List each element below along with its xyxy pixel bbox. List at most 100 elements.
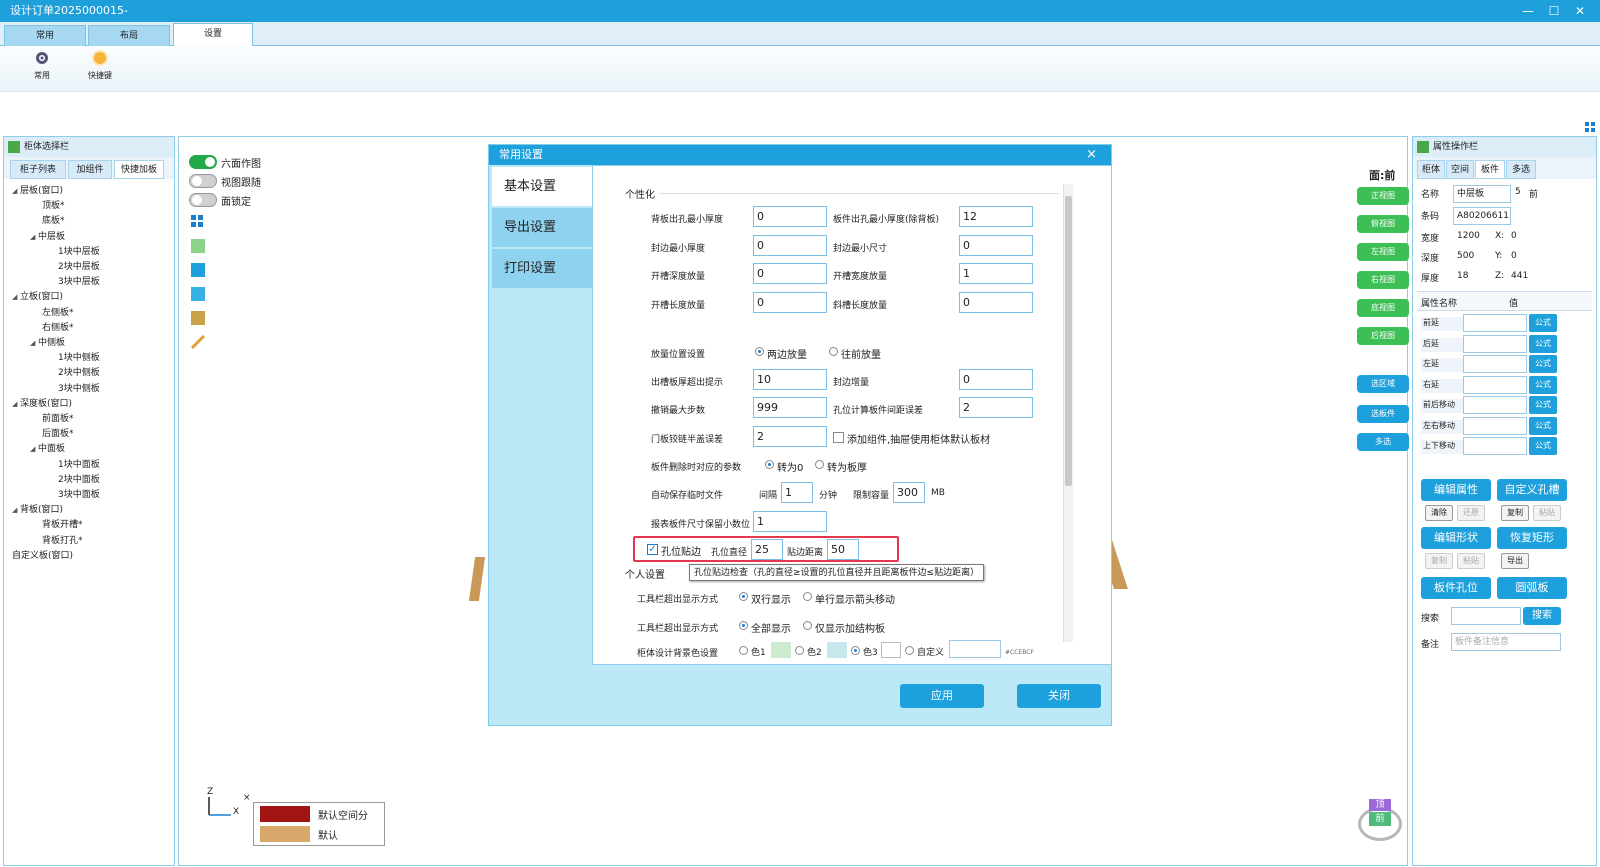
minimize-button[interactable]: — — [1516, 0, 1540, 22]
tree-item[interactable]: 右侧板* — [42, 322, 74, 335]
bg-color2-swatch[interactable] — [827, 642, 847, 658]
left-view-button[interactable]: 左视图 — [1357, 243, 1409, 261]
tree-item[interactable]: ◢ 立板(窗口) — [12, 291, 63, 304]
settings-scrollbar[interactable] — [1063, 184, 1073, 642]
formula-button[interactable]: 公式 — [1529, 334, 1557, 353]
select-board-button[interactable]: 选板件 — [1357, 405, 1409, 423]
tab-cabinet[interactable]: 柜体 — [1417, 160, 1445, 179]
formula-button[interactable]: 公式 — [1529, 314, 1557, 332]
expand-icon[interactable]: ◢ — [12, 185, 20, 198]
tab-settings[interactable]: 设置 — [173, 23, 253, 47]
tree-item[interactable]: 自定义板(窗口) — [12, 550, 73, 563]
attr-value-input[interactable] — [1463, 416, 1527, 435]
formula-button[interactable]: 公式 — [1529, 355, 1557, 373]
view-cube-front[interactable]: 前 — [1369, 812, 1391, 826]
dialog-close-button[interactable]: 关闭 — [1017, 684, 1101, 708]
tree-item[interactable]: 前面板* — [42, 413, 74, 426]
toolbar-two-row-radio[interactable] — [739, 592, 748, 601]
apply-button[interactable]: 应用 — [900, 684, 984, 708]
formula-button[interactable]: 公式 — [1529, 375, 1557, 394]
attr-value-input[interactable] — [1463, 355, 1527, 373]
del-zero-radio[interactable] — [765, 460, 774, 469]
bg-color3-swatch[interactable] — [881, 642, 901, 658]
tree-item[interactable]: 顶板* — [42, 200, 65, 213]
select-region-button[interactable]: 选区域 — [1357, 375, 1409, 393]
slot-thick-field[interactable]: 10 — [753, 369, 827, 390]
place-front-radio[interactable] — [829, 347, 838, 356]
expand-icon[interactable]: ◢ — [30, 231, 38, 244]
formula-button[interactable]: 公式 — [1529, 416, 1557, 435]
tree-item[interactable]: 1块中侧板 — [58, 352, 100, 365]
ribbon-common-button[interactable]: 常用 — [22, 50, 62, 81]
attr-value-input[interactable] — [1463, 437, 1527, 455]
scrollbar-thumb[interactable] — [1065, 196, 1072, 486]
bg-color2-radio[interactable] — [795, 646, 804, 655]
tree-item[interactable]: 3块中面板 — [58, 489, 100, 502]
tree-item[interactable]: 2块中侧板 — [58, 367, 100, 380]
edit-attr-button[interactable]: 编辑属性 — [1421, 479, 1491, 501]
tree-item[interactable]: 3块中层板 — [58, 276, 100, 289]
expand-icon[interactable]: ◢ — [30, 337, 38, 350]
undo-steps-field[interactable]: 999 — [753, 397, 827, 418]
nav-basic-settings[interactable]: 基本设置 — [492, 167, 592, 207]
attr-value-input[interactable] — [1463, 396, 1527, 414]
tab-layout[interactable]: 布局 — [88, 25, 170, 46]
setting-field-7[interactable]: 0 — [753, 291, 827, 313]
attr-value-input[interactable] — [1463, 314, 1527, 332]
bg-color1-radio[interactable] — [739, 646, 748, 655]
multi-select-button[interactable]: 多选 — [1357, 433, 1409, 451]
top-view-button[interactable]: 俯视图 — [1357, 215, 1409, 233]
maximize-button[interactable]: ☐ — [1542, 0, 1566, 22]
tree-item[interactable]: ◢ 层板(窗口) — [12, 185, 63, 198]
edge-add-field[interactable]: 0 — [959, 369, 1033, 390]
tree-item[interactable]: 底板* — [42, 215, 65, 228]
setting-field-6[interactable]: 1 — [959, 263, 1033, 284]
search-input[interactable] — [1451, 607, 1521, 625]
tab-space[interactable]: 空间 — [1446, 160, 1474, 179]
setting-field-1[interactable]: 0 — [753, 206, 827, 227]
attr-value-input[interactable] — [1463, 375, 1527, 394]
expand-icon[interactable]: ◢ — [12, 504, 20, 517]
view-follow-toggle[interactable] — [189, 174, 217, 188]
expand-icon[interactable]: ◢ — [30, 443, 38, 456]
restore-button[interactable]: 还原 — [1457, 505, 1485, 521]
arc-board-button[interactable]: 圆弧板 — [1497, 577, 1567, 599]
cube-tool-icon[interactable] — [191, 311, 205, 325]
note-input[interactable]: 板件备注信息 — [1451, 633, 1561, 651]
attr-value-input[interactable] — [1463, 334, 1527, 353]
close-window-button[interactable]: ✕ — [1568, 0, 1592, 22]
door-hinge-field[interactable]: 2 — [753, 426, 827, 447]
bg-custom-input[interactable] — [949, 640, 1001, 658]
tab-multi[interactable]: 多选 — [1506, 160, 1536, 179]
grid-view-icon[interactable] — [191, 215, 205, 229]
tree-item[interactable]: 后面板* — [42, 428, 74, 441]
add-comp-checkbox[interactable] — [833, 432, 844, 443]
bottom-view-button[interactable]: 底视图 — [1357, 299, 1409, 317]
decimal-places-field[interactable]: 1 — [753, 511, 827, 532]
restore-rect-button[interactable]: 恢复矩形 — [1497, 527, 1567, 549]
view-cube-top[interactable]: 顶 — [1369, 799, 1391, 811]
formula-button[interactable]: 公式 — [1529, 437, 1557, 455]
nav-export-settings[interactable]: 导出设置 — [492, 208, 592, 248]
copy-button[interactable]: 复制 — [1501, 505, 1529, 521]
setting-field-4[interactable]: 0 — [959, 234, 1033, 256]
nav-print-settings[interactable]: 打印设置 — [492, 249, 592, 289]
barcode-field[interactable]: A80206611 — [1453, 207, 1511, 225]
edge-distance-field[interactable]: 50 — [827, 539, 859, 560]
formula-button[interactable]: 公式 — [1529, 396, 1557, 414]
dialog-close-icon[interactable]: × — [1086, 145, 1097, 165]
hole-err-field[interactable]: 2 — [959, 397, 1033, 418]
toolbar-show-all-radio[interactable] — [739, 621, 748, 630]
tree-item[interactable]: 1块中面板 — [58, 459, 100, 472]
face-lock-toggle[interactable] — [189, 193, 217, 207]
tree-item[interactable]: 1块中层板 — [58, 246, 100, 259]
tab-cabinet-list[interactable]: 柜子列表 — [10, 160, 66, 179]
tree-item[interactable]: 背板打孔* — [42, 535, 83, 548]
autosave-limit-field[interactable]: 300 — [893, 482, 925, 503]
hole-diameter-field[interactable]: 25 — [751, 539, 783, 560]
tree-item[interactable]: ◢ 中侧板 — [30, 337, 65, 350]
setting-field-8[interactable]: 0 — [959, 291, 1033, 313]
tree-item[interactable]: 背板开槽* — [42, 519, 83, 532]
expand-icon[interactable]: ◢ — [12, 291, 20, 304]
shape-copy-button[interactable]: 复制 — [1425, 553, 1453, 569]
